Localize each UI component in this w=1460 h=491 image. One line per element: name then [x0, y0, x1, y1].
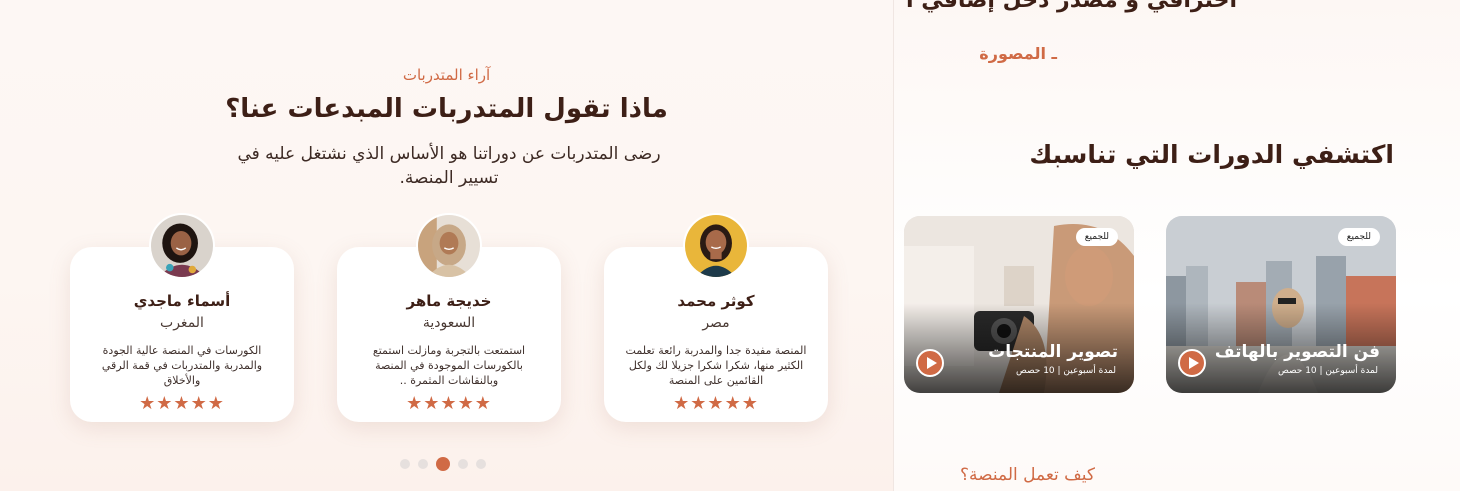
- testimonial-name: خديجة ماهر: [406, 292, 492, 310]
- course-meta: لمدة أسبوعين | 10 حصص: [1015, 366, 1116, 376]
- testimonials-subtitle: رضى المتدربات عن دوراتنا هو الأساس الذي …: [237, 144, 661, 188]
- how-it-works-link[interactable]: كيف تعمل المنصة؟: [894, 465, 1460, 485]
- testimonial-country: السعودية: [422, 315, 476, 331]
- testimonial-card: كوثر محمد مصر المنصة مفيدة جدا والمدربة …: [604, 213, 828, 422]
- testimonial-text: الكورسات في المنصة عالية الجودة والمدربة…: [101, 344, 263, 387]
- rating-stars: ★★★★★: [673, 393, 759, 414]
- pagination-dot[interactable]: [418, 459, 428, 469]
- pagination-dot[interactable]: [458, 459, 468, 469]
- play-icon[interactable]: [916, 349, 944, 377]
- audience-badge: للجميع: [1075, 228, 1118, 246]
- course-title: تصوير المنتجات: [988, 342, 1118, 362]
- testimonials-eyebrow: آراء المتدربات: [402, 66, 491, 84]
- avatar: [149, 213, 215, 279]
- testimonial-text: استمتعت بالتجربة ومازلت استمتع بالكورسات…: [372, 344, 526, 387]
- testimonial-country: مصر: [702, 315, 730, 331]
- course-card[interactable]: للجميع فن التصوير بالهاتف لمدة أسبوعين |…: [1166, 216, 1396, 393]
- play-icon[interactable]: [1178, 349, 1206, 377]
- rating-stars: ★★★★★: [139, 393, 225, 414]
- hero-heading-fragment: احترافي و مصدر دخل إضافي ا: [906, 0, 1237, 13]
- course-meta: لمدة أسبوعين | 10 حصص: [1277, 366, 1378, 376]
- woman-portrait-icon: [151, 215, 213, 277]
- courses-section: احترافي و مصدر دخل إضافي ا ـ المصورة اكت…: [893, 0, 1460, 491]
- testimonial-name: أسماء ماجدي: [133, 292, 231, 310]
- testimonial-country: المغرب: [160, 315, 204, 331]
- carousel-pagination: [400, 456, 496, 472]
- testimonial-text: المنصة مفيدة جدا والمدربة رائعة تعلمت ال…: [625, 344, 807, 387]
- pagination-dot[interactable]: [400, 459, 410, 469]
- woman-portrait-icon: [685, 215, 747, 277]
- testimonial-card: خديجة ماهر السعودية استمتعت بالتجربة وما…: [337, 213, 561, 422]
- testimonial-name: كوثر محمد: [677, 292, 755, 310]
- courses-title: اكتشفي الدورات التي تناسبك: [1029, 140, 1394, 169]
- pagination-dot-active[interactable]: [436, 457, 450, 471]
- course-title: فن التصوير بالهاتف: [1214, 342, 1380, 362]
- avatar: [416, 213, 482, 279]
- testimonials-section: آراء المتدربات ماذا تقول المتدربات المبد…: [0, 0, 893, 491]
- testimonials-title: ماذا تقول المتدربات المبدعات عنا؟: [225, 94, 668, 124]
- avatar: [683, 213, 749, 279]
- course-card[interactable]: للجميع تصوير المنتجات لمدة أسبوعين | 10 …: [904, 216, 1134, 393]
- hero-eyebrow: ـ المصورة: [979, 44, 1057, 63]
- rating-stars: ★★★★★: [406, 393, 492, 414]
- audience-badge: للجميع: [1337, 228, 1380, 246]
- testimonial-card: أسماء ماجدي المغرب الكورسات في المنصة عا…: [70, 213, 294, 422]
- woman-portrait-icon: [418, 215, 480, 277]
- pagination-dot[interactable]: [476, 459, 486, 469]
